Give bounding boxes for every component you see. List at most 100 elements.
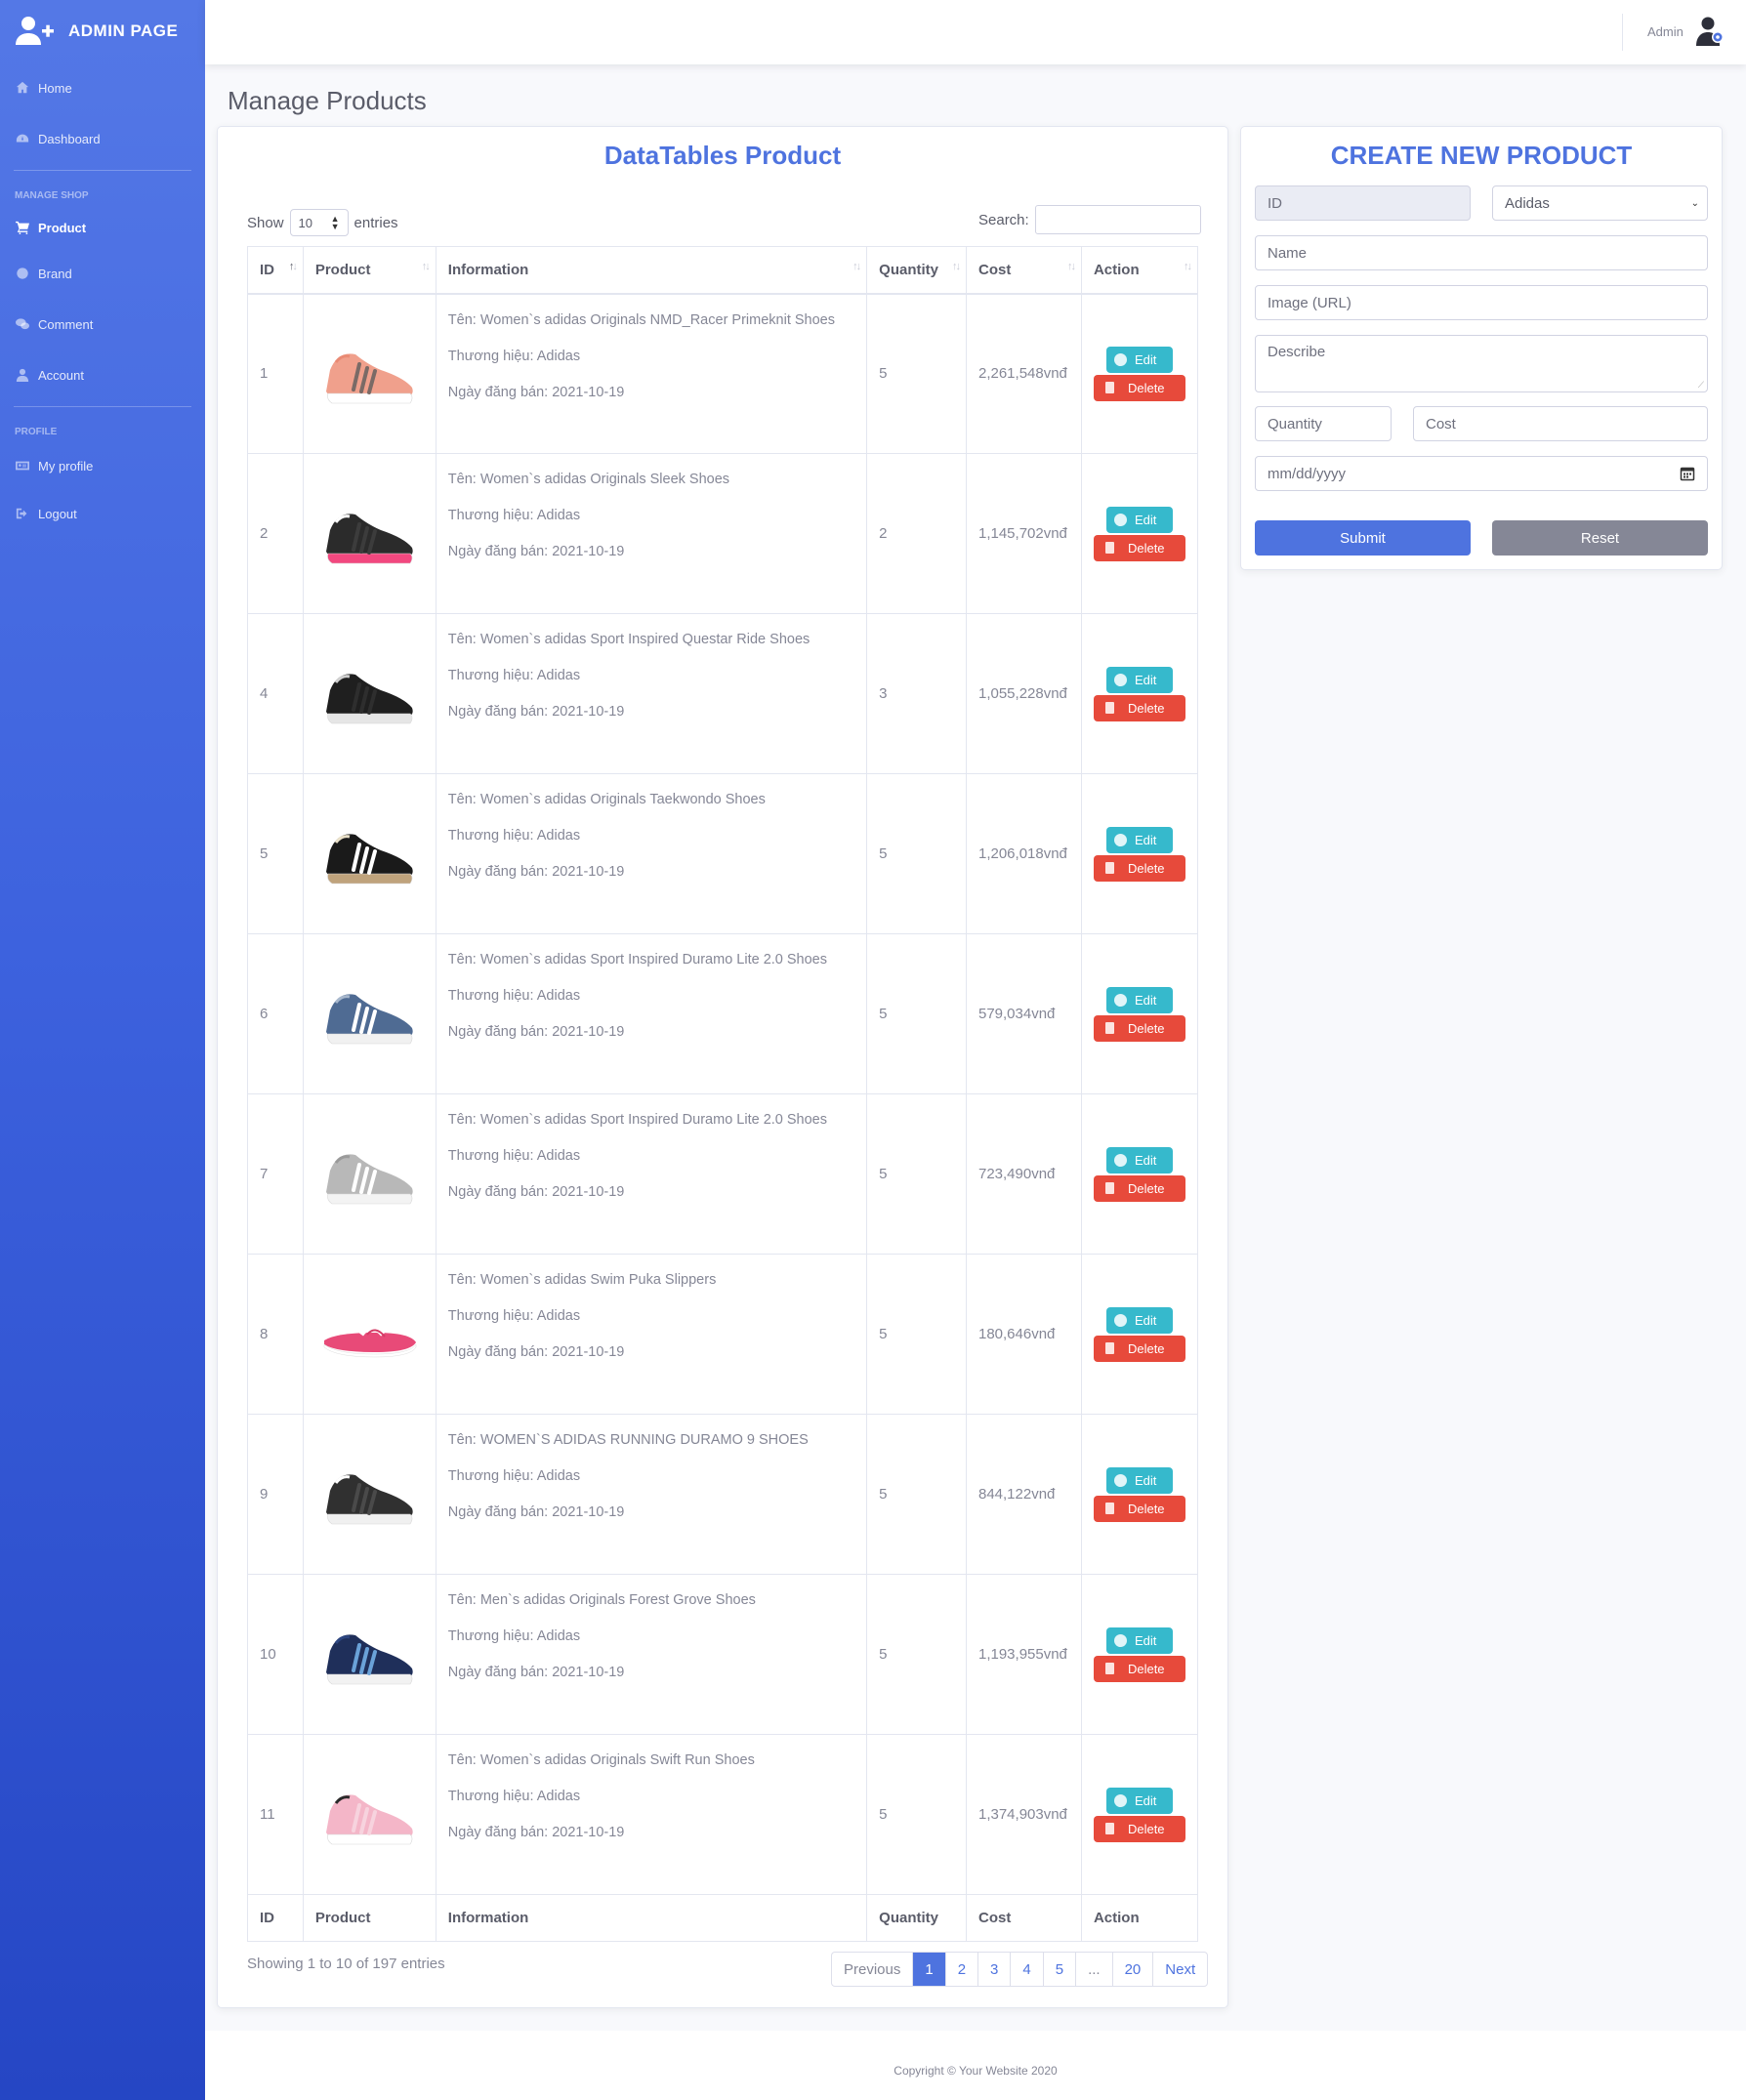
quantity-input[interactable]: Quantity bbox=[1255, 406, 1392, 441]
column-header-id[interactable]: ID ↑↓ bbox=[247, 246, 304, 295]
table-row: 9 Tên: WOMEN`S ADIDAS RUNNING DURAMO 9 SH… bbox=[247, 1414, 1199, 1575]
page-5[interactable]: 5 bbox=[1044, 1953, 1077, 1986]
column-header-cost[interactable]: Cost ↑↓ bbox=[965, 246, 1082, 295]
describe-placeholder: Describe bbox=[1268, 344, 1326, 360]
column-header-action[interactable]: Action ↑↓ bbox=[1080, 246, 1199, 295]
sidebar-item-home[interactable]: Home bbox=[0, 62, 205, 113]
sidebar-item-logout[interactable]: Logout bbox=[0, 488, 205, 539]
product-brand: Thương hiệu: Adidas bbox=[447, 1148, 581, 1164]
delete-button[interactable]: Delete bbox=[1093, 1815, 1185, 1842]
edit-button[interactable]: Edit bbox=[1105, 986, 1173, 1013]
delete-button[interactable]: Delete bbox=[1093, 1335, 1185, 1362]
table-row: 8 Tên: Women`s adidas Swim Puka Slippers T… bbox=[247, 1254, 1199, 1415]
search-input[interactable] bbox=[1034, 205, 1201, 234]
cell-cost: 844,122vnđ bbox=[965, 1414, 1082, 1575]
cell-product bbox=[302, 1574, 436, 1735]
cell-id: 4 bbox=[247, 613, 304, 774]
delete-button[interactable]: Delete bbox=[1093, 1655, 1185, 1682]
sidebar-item-account[interactable]: Account bbox=[0, 350, 205, 400]
calendar-icon[interactable] bbox=[1680, 466, 1695, 481]
column-header-product[interactable]: Product ↑↓ bbox=[302, 246, 436, 295]
cell-id: 9 bbox=[247, 1414, 304, 1575]
sidebar-item-label: Comment bbox=[38, 316, 94, 332]
cell-information: Tên: Women`s adidas Sport Inspired Duram… bbox=[435, 1093, 868, 1255]
page-2[interactable]: 2 bbox=[946, 1953, 979, 1986]
column-header-information[interactable]: Information ↑↓ bbox=[435, 246, 868, 295]
sidebar-item-dashboard[interactable]: Dashboard bbox=[0, 113, 205, 164]
user-dropdown[interactable]: Admin bbox=[1647, 16, 1725, 47]
cell-quantity: 5 bbox=[866, 1414, 967, 1575]
table-row: 1 Tên: Women`s adidas Originals NMD_Racer… bbox=[247, 293, 1199, 454]
cell-id: 1 bbox=[247, 293, 304, 454]
delete-button[interactable]: Delete bbox=[1093, 694, 1185, 721]
cell-quantity: 3 bbox=[866, 613, 967, 774]
edit-button[interactable]: Edit bbox=[1105, 1466, 1173, 1494]
trash-icon bbox=[1104, 542, 1114, 554]
page-3[interactable]: 3 bbox=[978, 1953, 1012, 1986]
edit-button[interactable]: Edit bbox=[1105, 1787, 1173, 1814]
cell-action: Edit Delete bbox=[1080, 453, 1199, 614]
sidebar-item-label: Home bbox=[38, 80, 72, 96]
sidebar-item-comment[interactable]: Comment bbox=[0, 299, 205, 350]
edit-button[interactable]: Edit bbox=[1105, 826, 1173, 853]
name-input[interactable]: Name bbox=[1255, 235, 1708, 270]
slipper-image bbox=[324, 1325, 417, 1357]
delete-button[interactable]: Delete bbox=[1093, 1174, 1185, 1202]
page-20[interactable]: 20 bbox=[1113, 1953, 1154, 1986]
cell-product bbox=[302, 613, 436, 774]
sidebar-item-product[interactable]: Product bbox=[0, 207, 205, 248]
resize-handle-icon: ⟋ bbox=[1697, 380, 1704, 390]
page-next[interactable]: Next bbox=[1153, 1953, 1207, 1986]
image-url-input[interactable]: Image (URL) bbox=[1255, 285, 1708, 320]
edit-button[interactable]: Edit bbox=[1105, 1306, 1173, 1334]
column-footer-cost: Cost bbox=[965, 1894, 1082, 1942]
footer: Copyright © Your Website 2020 bbox=[205, 2031, 1746, 2100]
page-length-control: Show 10 ▲ ▼ entries bbox=[247, 209, 398, 236]
sidebar-item-label: Brand bbox=[38, 266, 72, 281]
id-input[interactable]: ID bbox=[1255, 185, 1471, 221]
date-input[interactable]: mm/dd/yyyy bbox=[1255, 456, 1708, 491]
sidebar-item-my-profile[interactable]: My profile bbox=[0, 443, 205, 488]
cell-quantity: 5 bbox=[866, 773, 967, 934]
sidebar-item-label: Product bbox=[38, 220, 87, 235]
delete-button[interactable]: Delete bbox=[1093, 534, 1185, 561]
delete-button[interactable]: Delete bbox=[1093, 1014, 1185, 1042]
sidebar-item-brand[interactable]: Brand bbox=[0, 248, 205, 299]
describe-textarea[interactable]: Describe ⟋ bbox=[1255, 335, 1708, 392]
reset-button[interactable]: Reset bbox=[1492, 520, 1708, 556]
shoe-image bbox=[326, 833, 413, 884]
cell-information: Tên: Women`s adidas Originals Swift Run … bbox=[435, 1734, 868, 1895]
trash-icon bbox=[1104, 862, 1114, 874]
delete-button[interactable]: Delete bbox=[1093, 854, 1185, 882]
edit-button[interactable]: Edit bbox=[1105, 1146, 1173, 1174]
column-footer-action: Action bbox=[1080, 1894, 1199, 1942]
sort-icon: ↑↓ bbox=[421, 261, 431, 272]
page-1[interactable]: 1 bbox=[913, 1953, 946, 1986]
delete-button[interactable]: Delete bbox=[1093, 374, 1185, 401]
table-row: 10 Tên: Men`s adidas Originals Forest Gro… bbox=[247, 1574, 1199, 1735]
page-previous[interactable]: Previous bbox=[832, 1953, 914, 1986]
product-brand: Thương hiệu: Adidas bbox=[447, 1789, 581, 1804]
product-name: Tên: Women`s adidas Swim Puka Slippers bbox=[447, 1272, 717, 1288]
cell-information: Tên: Women`s adidas Sport Inspired Duram… bbox=[435, 933, 868, 1094]
sidebar-brand[interactable]: ADMIN PAGE bbox=[0, 0, 205, 62]
edit-button[interactable]: Edit bbox=[1105, 506, 1173, 533]
sidebar: ADMIN PAGE Home Dashboard MANAGE SHOP Pr… bbox=[0, 0, 205, 2100]
page-length-select[interactable]: 10 ▲ ▼ bbox=[289, 209, 349, 236]
edit-button[interactable]: Edit bbox=[1105, 1626, 1173, 1654]
column-header-quantity[interactable]: Quantity ↑↓ bbox=[866, 246, 967, 295]
cell-information: Tên: Women`s adidas Originals Taekwondo … bbox=[435, 773, 868, 934]
info-icon bbox=[1113, 1313, 1127, 1327]
brand-select[interactable]: Adidas ⌄ bbox=[1492, 185, 1708, 221]
page-4[interactable]: 4 bbox=[1011, 1953, 1044, 1986]
cell-action: Edit Delete bbox=[1080, 1734, 1199, 1895]
delete-button[interactable]: Delete bbox=[1093, 1495, 1185, 1522]
date-placeholder: mm/dd/yyyy bbox=[1268, 465, 1347, 482]
edit-button[interactable]: Edit bbox=[1105, 346, 1173, 373]
cell-information: Tên: Men`s adidas Originals Forest Grove… bbox=[435, 1574, 868, 1735]
table-row: 4 Tên: Women`s adidas Sport Inspired Ques… bbox=[247, 613, 1199, 774]
cell-cost: 1,145,702vnđ bbox=[965, 453, 1082, 614]
submit-button[interactable]: Submit bbox=[1255, 520, 1471, 556]
edit-button[interactable]: Edit bbox=[1105, 666, 1173, 693]
cost-input[interactable]: Cost bbox=[1413, 406, 1708, 441]
